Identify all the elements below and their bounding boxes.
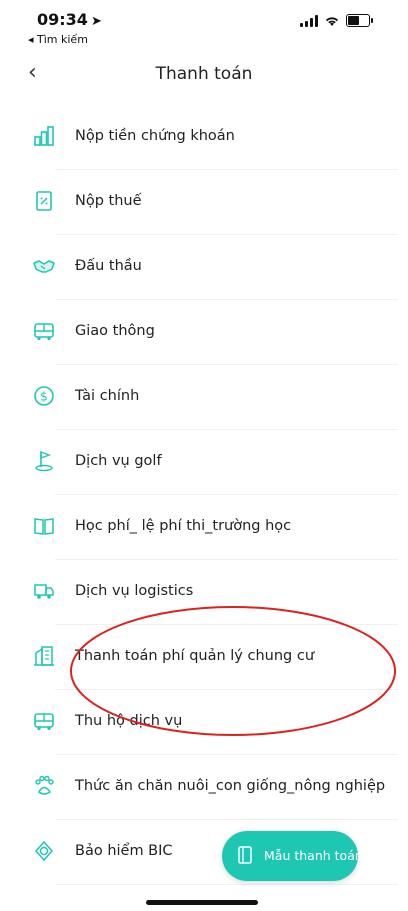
- dollar-icon: $: [33, 385, 55, 407]
- list-item[interactable]: Dịch vụ logistics: [34, 560, 398, 625]
- list-item-label: Dịch vụ golf: [75, 453, 162, 469]
- list-item[interactable]: Thức ăn chăn nuôi_con giống_nông nghiệp: [35, 755, 398, 820]
- list-item[interactable]: Thanh toán phí quản lý chung cư: [34, 625, 398, 690]
- payment-category-list: Nộp tiền chứng khoán Nộp thuế Đấu thầu G…: [0, 105, 408, 885]
- list-item-label: Đấu thầu: [75, 258, 142, 274]
- home-indicator[interactable]: [146, 900, 258, 905]
- svg-text:$: $: [40, 390, 48, 404]
- truck-icon: [33, 580, 55, 602]
- battery-icon: [346, 14, 373, 27]
- chart-icon: [33, 125, 55, 147]
- book-icon: [33, 515, 55, 537]
- payment-template-button[interactable]: Mẫu thanh toán: [222, 831, 363, 881]
- shield-icon: [33, 840, 55, 862]
- list-item[interactable]: Dịch vụ golf: [35, 430, 398, 495]
- location-arrow-icon: ➤: [90, 14, 102, 29]
- list-item-label: Dịch vụ logistics: [75, 583, 194, 599]
- status-bar: 09:34 ➤ ◂ Tìm kiếm: [0, 0, 408, 50]
- building-icon: [33, 645, 55, 667]
- golf-icon: [33, 450, 55, 472]
- system-icons: [300, 14, 373, 27]
- list-item-label: Thanh toán phí quản lý chung cư: [75, 648, 315, 664]
- list-item-label: Bảo hiểm BIC: [75, 843, 173, 859]
- list-item[interactable]: Nộp thuế: [36, 170, 398, 235]
- bus-icon: [33, 320, 55, 342]
- nav-bar: ‹ Thanh toán: [0, 50, 408, 100]
- list-item-label: Nộp tiền chứng khoán: [75, 128, 235, 144]
- list-item-label: Nộp thuế: [75, 193, 142, 209]
- template-icon: [238, 846, 252, 864]
- list-item-label: Thức ăn chăn nuôi_con giống_nông nghiệp: [75, 778, 386, 794]
- tax-document-icon: [33, 190, 55, 212]
- signal-icon: [300, 14, 318, 27]
- list-item[interactable]: Thu hộ dịch vụ: [34, 690, 398, 755]
- back-to-app-link[interactable]: ◂ Tìm kiếm: [28, 33, 88, 46]
- list-item-label: Thu hộ dịch vụ: [75, 713, 183, 729]
- paw-icon: [33, 775, 55, 797]
- status-time: 09:34 ➤: [37, 10, 102, 29]
- list-item[interactable]: Học phí_ lệ phí thi_trường học: [34, 495, 398, 560]
- list-item-label: Giao thông: [75, 323, 155, 339]
- bus-icon: [33, 710, 55, 732]
- handshake-icon: [33, 255, 55, 277]
- page-title: Thanh toán: [155, 64, 253, 84]
- list-item[interactable]: $ Tài chính: [34, 365, 398, 430]
- list-item-label: Tài chính: [75, 388, 140, 404]
- payment-template-label: Mẫu thanh toán: [264, 848, 363, 863]
- list-item[interactable]: Giao thông: [34, 300, 398, 365]
- list-item-label: Học phí_ lệ phí thi_trường học: [75, 518, 292, 534]
- wifi-icon: [325, 16, 339, 26]
- list-item[interactable]: Nộp tiền chứng khoán: [34, 105, 398, 170]
- list-item[interactable]: Đấu thầu: [33, 235, 398, 300]
